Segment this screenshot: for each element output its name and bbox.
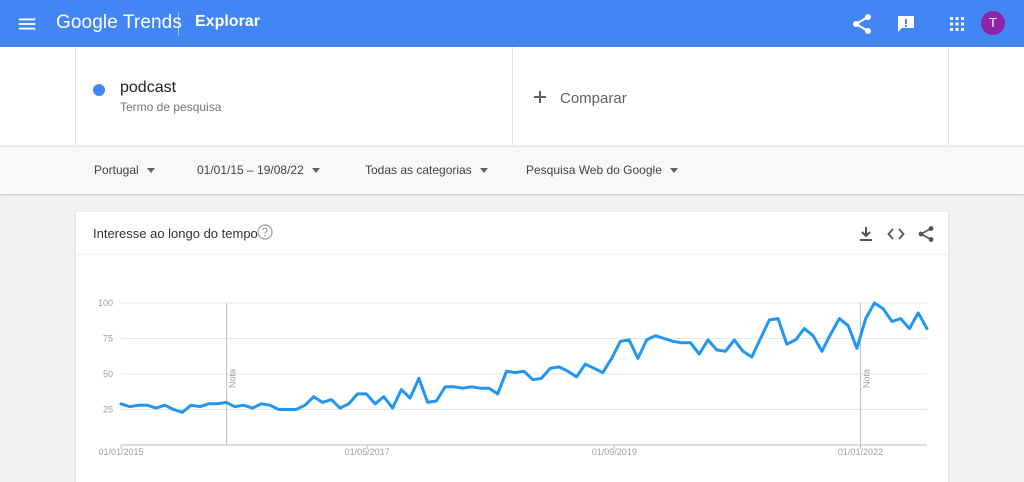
search-type-dropdown[interactable]: Pesquisa Web do Google: [526, 163, 678, 177]
plus-icon: [534, 91, 546, 103]
y-tick-label: 100: [98, 298, 113, 308]
filter-bar: Portugal 01/01/15 – 19/08/22 Todas as ca…: [0, 146, 1024, 194]
term-color-dot: [93, 84, 105, 96]
page-title: Explorar: [195, 13, 260, 30]
share-icon[interactable]: [850, 12, 874, 36]
download-icon[interactable]: [857, 225, 875, 243]
search-type-value: Pesquisa Web do Google: [526, 163, 662, 177]
share-icon[interactable]: [917, 225, 935, 243]
compare-panel: podcast Termo de pesquisa Comparar: [0, 47, 1024, 145]
compare-button[interactable]: Comparar: [512, 47, 949, 145]
card-title: Interesse ao longo do tempo: [93, 226, 258, 241]
y-tick-label: 75: [103, 334, 113, 344]
category-dropdown[interactable]: Todas as categorias: [365, 163, 488, 177]
top-app-bar: Google Trends Explorar T: [0, 0, 1024, 47]
interest-over-time-card: Interesse ao longo do tempo 25 50 75 100 Not…: [76, 212, 948, 482]
help-icon[interactable]: [257, 224, 273, 240]
search-term-type: Termo de pesquisa: [120, 100, 222, 114]
x-tick-label: 01/09/2019: [592, 447, 637, 457]
dropdown-arrow-icon: [669, 168, 678, 174]
x-tick-label: 01/01/2022: [838, 447, 883, 457]
google-trends-logo[interactable]: Google Trends: [56, 12, 182, 34]
apps-icon[interactable]: [945, 12, 969, 36]
y-tick-label: 25: [103, 405, 113, 415]
dropdown-arrow-icon: [311, 168, 320, 174]
x-tick-label: 01/05/2017: [345, 447, 390, 457]
region-dropdown[interactable]: Portugal: [94, 163, 155, 177]
date-range-value: 01/01/15 – 19/08/22: [197, 163, 304, 177]
card-header: Interesse ao longo do tempo: [76, 212, 948, 255]
series-line: [119, 301, 929, 414]
note-label: Nota: [861, 369, 871, 388]
search-term-name[interactable]: podcast: [120, 79, 176, 97]
date-range-dropdown[interactable]: 01/01/15 – 19/08/22: [197, 163, 320, 177]
dropdown-arrow-icon: [146, 168, 155, 174]
dropdown-arrow-icon: [479, 168, 488, 174]
feedback-icon[interactable]: [894, 12, 918, 36]
avatar[interactable]: T: [981, 11, 1005, 35]
compare-label: Comparar: [560, 90, 627, 107]
interest-line-chart[interactable]: 25 50 75 100 Nota Nota 01/01/2015 01/05/2017 01/…: [76, 255, 948, 482]
search-term-card[interactable]: podcast Termo de pesquisa: [75, 47, 513, 145]
note-label: Nota: [228, 369, 238, 388]
category-value: Todas as categorias: [365, 163, 472, 177]
embed-icon[interactable]: [887, 225, 905, 243]
x-tick-label: 01/01/2015: [98, 447, 143, 457]
y-tick-label: 50: [103, 369, 113, 379]
header-divider: [178, 12, 179, 36]
region-value: Portugal: [94, 163, 139, 177]
menu-icon[interactable]: [16, 13, 38, 35]
